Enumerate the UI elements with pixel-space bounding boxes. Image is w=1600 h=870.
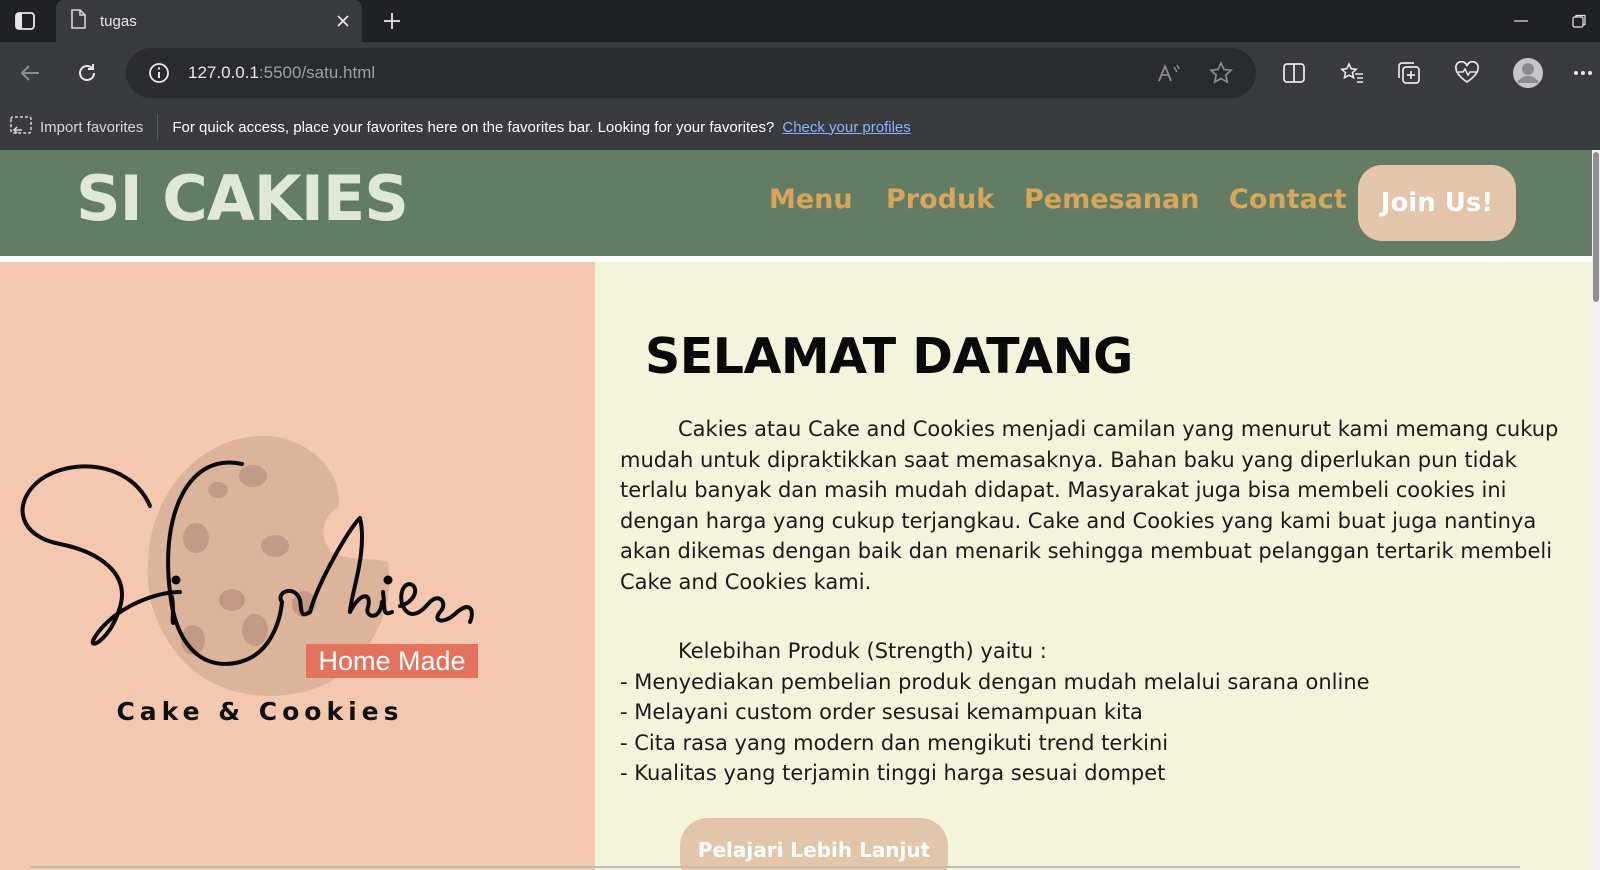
url-host: 127.0.0.1 bbox=[188, 63, 259, 82]
scrollbar-thumb[interactable] bbox=[1593, 152, 1599, 302]
logo-badge-text: Home Made bbox=[318, 646, 465, 676]
favorites-bar: Import favorites For quick access, place… bbox=[0, 104, 1600, 150]
url-text[interactable]: 127.0.0.1:5500/satu.html bbox=[188, 63, 1152, 83]
strength-item: - Kualitas yang terjamin tinggi harga se… bbox=[620, 761, 1166, 786]
import-favorites-label: Import favorites bbox=[40, 118, 144, 136]
horizontal-scrollbar[interactable] bbox=[30, 866, 1520, 868]
import-favorites-button[interactable]: Import favorites bbox=[10, 114, 159, 140]
favorites-icon[interactable] bbox=[1336, 57, 1368, 89]
restore-icon[interactable] bbox=[1566, 8, 1592, 34]
browser-toolbar: 127.0.0.1:5500/satu.html bbox=[0, 42, 1600, 104]
learn-more-button[interactable]: Pelajari Lebih Lanjut bbox=[680, 818, 948, 870]
favorites-bar-message: For quick access, place your favorites h… bbox=[172, 118, 775, 136]
nav-contact-link[interactable]: Contact bbox=[1229, 184, 1347, 215]
si-cakies-logo: Home Made Cake & Cookies bbox=[20, 435, 478, 726]
back-icon[interactable] bbox=[14, 57, 46, 89]
page-viewport: SI CAKIES Menu Produk Pemesanan Contact … bbox=[0, 150, 1600, 870]
intro-paragraph: Cakies atau Cake and Cookies menjadi cam… bbox=[620, 414, 1570, 598]
welcome-heading: SELAMAT DATANG bbox=[645, 328, 1133, 385]
site-header: SI CAKIES Menu Produk Pemesanan Contact … bbox=[0, 150, 1592, 256]
read-aloud-icon[interactable] bbox=[1152, 56, 1186, 90]
collections-icon[interactable] bbox=[1393, 57, 1425, 89]
check-profiles-link[interactable]: Check your profiles bbox=[782, 119, 910, 136]
strength-item: - Menyediakan pembelian produk dengan mu… bbox=[620, 669, 1370, 694]
strengths-block: Kelebihan Produk (Strength) yaitu : - Me… bbox=[620, 636, 1570, 789]
url-path: :5500/satu.html bbox=[258, 63, 376, 82]
nav-menu-link[interactable]: Menu bbox=[769, 184, 853, 215]
browser-tab-bar: tugas bbox=[0, 0, 1600, 42]
split-screen-icon[interactable] bbox=[1278, 57, 1310, 89]
site-info-icon[interactable] bbox=[146, 60, 172, 86]
hero-logo-panel: Home Made Cake & Cookies bbox=[0, 262, 595, 870]
refresh-icon[interactable] bbox=[71, 57, 103, 89]
strength-item: - Cita rasa yang modern dan mengikuti tr… bbox=[620, 730, 1169, 755]
strength-item: - Melayani custom order sesusai kemampua… bbox=[620, 700, 1143, 725]
site-brand[interactable]: SI CAKIES bbox=[76, 162, 409, 235]
browser-essentials-icon[interactable] bbox=[1451, 57, 1483, 89]
hero-welcome-panel: SELAMAT DATANG Cakies atau Cake and Cook… bbox=[595, 262, 1592, 870]
tab-title: tugas bbox=[100, 12, 137, 30]
import-favorites-icon bbox=[10, 115, 32, 139]
more-options-icon[interactable] bbox=[1570, 57, 1596, 89]
nav-pemesanan-link[interactable]: Pemesanan bbox=[1024, 184, 1200, 215]
tab-actions-icon[interactable] bbox=[10, 9, 40, 33]
browser-tab[interactable]: tugas bbox=[56, 0, 362, 42]
join-us-button[interactable]: Join Us! bbox=[1358, 165, 1516, 241]
page-scrollbar[interactable] bbox=[1592, 150, 1600, 870]
minimize-icon[interactable] bbox=[1508, 8, 1534, 34]
address-bar[interactable]: 127.0.0.1:5500/satu.html bbox=[126, 48, 1256, 98]
close-tab-icon[interactable] bbox=[330, 8, 356, 34]
favorite-star-icon[interactable] bbox=[1204, 56, 1238, 90]
profile-avatar-icon[interactable] bbox=[1510, 55, 1546, 91]
nav-produk-link[interactable]: Produk bbox=[886, 184, 994, 215]
logo-tagline: Cake & Cookies bbox=[116, 697, 403, 726]
intro-text: Cakies atau Cake and Cookies menjadi cam… bbox=[620, 417, 1559, 594]
page-icon bbox=[70, 8, 86, 34]
strengths-heading: Kelebihan Produk (Strength) yaitu : bbox=[678, 639, 1047, 663]
new-tab-icon[interactable] bbox=[378, 8, 406, 34]
